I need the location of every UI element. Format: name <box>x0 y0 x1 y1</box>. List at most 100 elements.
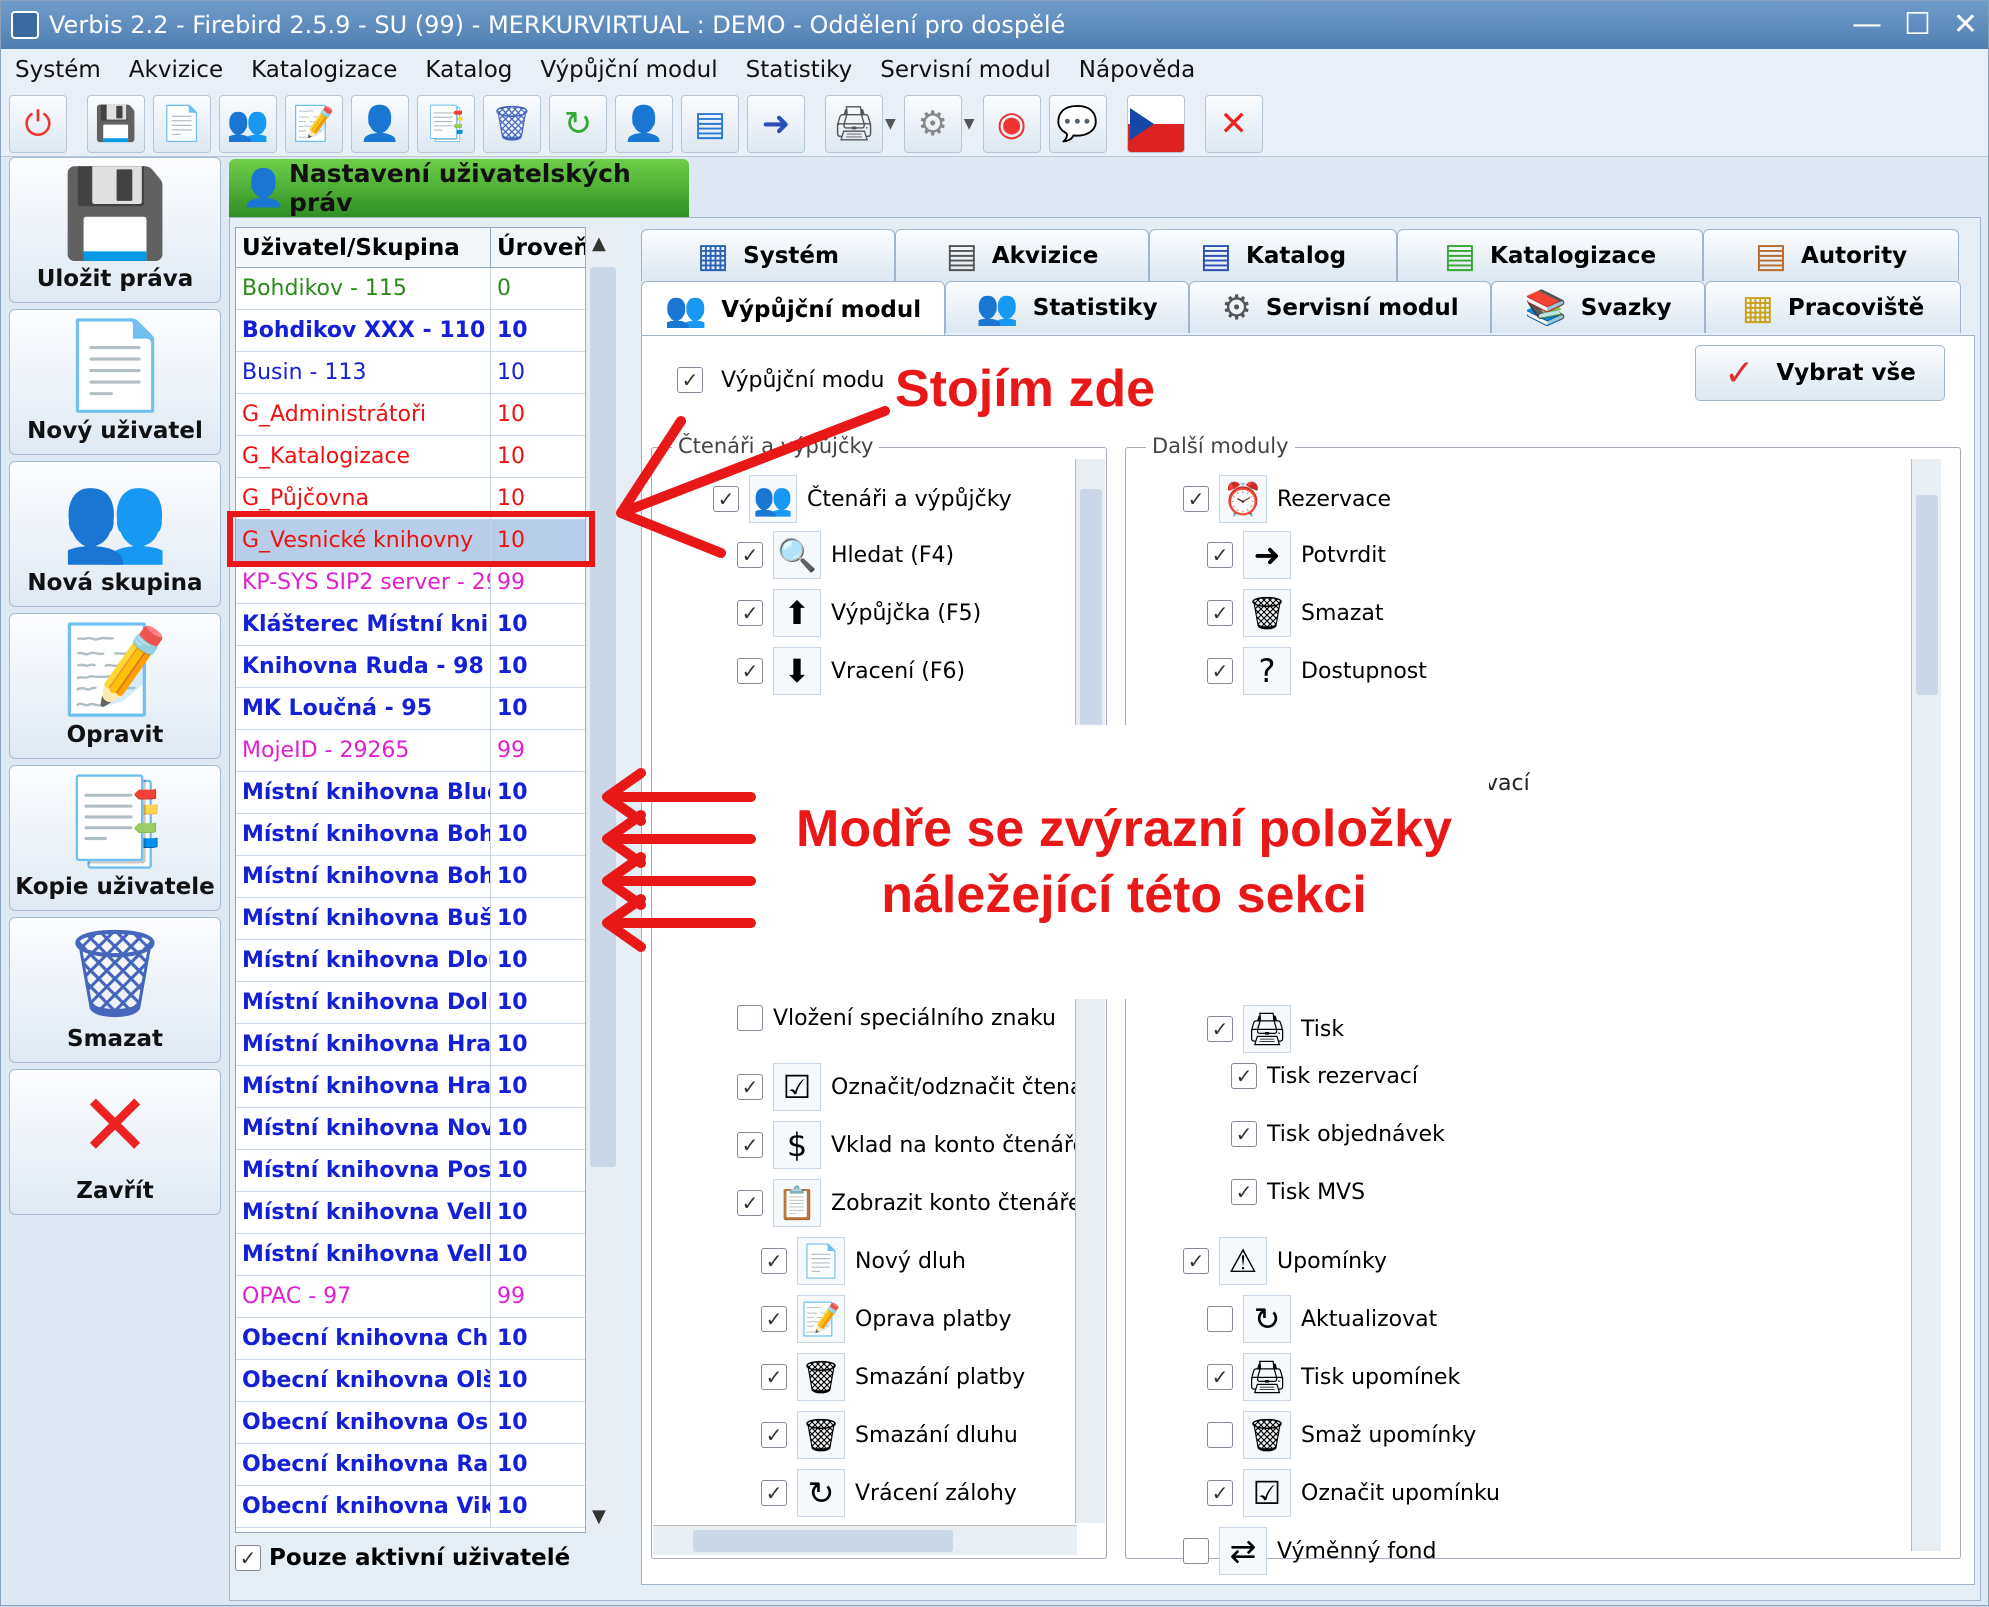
checkbox-icon[interactable]: ✓ <box>1207 1016 1233 1042</box>
chat-icon[interactable]: 💬 <box>1048 94 1107 153</box>
user-row[interactable]: Místní knihovna Bohul 10 <box>236 856 618 898</box>
add-users-icon[interactable]: 👥 <box>219 94 277 153</box>
right-group-scrollbar[interactable] <box>1911 459 1941 1551</box>
scroll-thumb[interactable] <box>693 1530 953 1552</box>
printer-dropdown-icon[interactable]: ▼ <box>885 116 896 132</box>
left-group-hscrollbar[interactable] <box>653 1525 1077 1555</box>
user-row[interactable]: G_Administrátoři 10 <box>236 394 618 436</box>
new-group-button[interactable]: 👥 Nová skupina <box>9 461 221 607</box>
tab-svazky[interactable]: 📚 Svazky <box>1491 281 1705 333</box>
user-row[interactable]: Místní knihovna Velké 10 <box>236 1234 618 1276</box>
module-checkbox-row[interactable]: ✓ Výpůjční modul <box>677 367 891 393</box>
tab-statistiky[interactable]: 👥 Statistiky <box>945 281 1189 333</box>
permission-item[interactable]: ✓ Tisk rezervací <box>1231 1063 1418 1089</box>
user-row[interactable]: Místní knihovna Postř 10 <box>236 1150 618 1192</box>
permission-item[interactable]: ✓ ☑ Označit upomínku <box>1207 1469 1500 1517</box>
checkbox-icon[interactable]: ✓ <box>737 542 763 568</box>
tab-katalog[interactable]: ▤ Katalog <box>1149 229 1397 281</box>
menu-napoveda[interactable]: Nápověda <box>1065 57 1209 83</box>
permission-item[interactable]: ↻ Aktualizovat <box>1207 1295 1437 1343</box>
menu-statistiky[interactable]: Statistiky <box>732 57 867 83</box>
user-row[interactable]: Obecní knihovna Chro 10 <box>236 1318 618 1360</box>
permission-item[interactable]: Vložení speciálního znaku <box>737 1005 1056 1031</box>
tab-autority[interactable]: ▤ Autority <box>1703 229 1959 281</box>
checkbox-icon[interactable] <box>1207 1306 1233 1332</box>
permission-item[interactable]: ✓ ⬆ Výpůjčka (F5) <box>737 589 981 637</box>
user-row[interactable]: Místní knihovna Dlouh10 <box>236 940 618 982</box>
permission-item[interactable]: ✓ ⚠ Upomínky <box>1183 1237 1387 1285</box>
permission-item[interactable]: ✓ 🔍 Hledat (F4) <box>737 531 954 579</box>
checkbox-icon[interactable]: ✓ <box>1231 1179 1257 1205</box>
checkbox-icon[interactable]: ✓ <box>1207 658 1233 684</box>
minimize-button[interactable]: — <box>1852 1 1882 49</box>
settings-dropdown-icon[interactable]: ▼ <box>964 116 975 132</box>
permission-item[interactable]: ✓ 🗑 Smazat <box>1207 589 1384 637</box>
tab-akvizice[interactable]: ▤ Akvizice <box>895 229 1149 281</box>
user-row[interactable]: KP-SYS SIP2 server - 292 99 <box>236 562 618 604</box>
edit-icon[interactable]: 📝 <box>285 94 343 153</box>
menu-katalogizace[interactable]: Katalogizace <box>237 57 411 83</box>
scroll-thumb[interactable] <box>590 267 616 1167</box>
permission-item[interactable]: ✓ Tisk MVS <box>1231 1179 1365 1205</box>
scroll-thumb[interactable] <box>1916 495 1938 695</box>
checkbox-icon[interactable]: ✓ <box>737 1074 763 1100</box>
user-check-icon[interactable]: 👤 <box>615 94 673 153</box>
save-icon[interactable]: 💾 <box>87 94 145 153</box>
user-row[interactable]: G_Katalogizace 10 <box>236 436 618 478</box>
scroll-thumb[interactable] <box>1080 489 1102 739</box>
user-row[interactable]: Knihovna Ruda - 98 10 <box>236 646 618 688</box>
refresh-icon[interactable]: ↻ <box>549 94 607 153</box>
maximize-button[interactable]: ☐ <box>1904 1 1931 49</box>
user-row[interactable]: Obecní knihovna Vikýi 10 <box>236 1486 618 1528</box>
permission-item[interactable]: ✓ ⏰ Rezervace <box>1183 475 1391 523</box>
menu-servisni-modul[interactable]: Servisní modul <box>866 57 1065 83</box>
user-row[interactable]: Místní knihovna Bohul 10 <box>236 814 618 856</box>
user-list-scrollbar[interactable]: ▲ ▼ <box>585 227 619 1533</box>
permission-item[interactable]: ✓ 📄 Nový dluh <box>761 1237 966 1285</box>
checkbox-icon[interactable]: ✓ <box>761 1364 787 1390</box>
user-edit-icon[interactable]: 👤 <box>351 94 409 153</box>
user-row[interactable]: MK Loučná - 95 10 <box>236 688 618 730</box>
checkbox-icon[interactable]: ✓ <box>1231 1121 1257 1147</box>
user-row[interactable]: Místní knihovna Dolní 10 <box>236 982 618 1024</box>
arrow-right-icon[interactable]: ➜ <box>747 94 805 153</box>
czech-flag-icon[interactable] <box>1126 94 1185 153</box>
user-row[interactable]: Bohdikov XXX - 110 10 <box>236 310 618 352</box>
user-row[interactable]: Místní knihovna Nový 10 <box>236 1108 618 1150</box>
checkbox-icon[interactable]: ✓ <box>761 1306 787 1332</box>
permission-item[interactable]: ✓ 🗑 Smazání platby <box>761 1353 1025 1401</box>
user-row[interactable]: Busin - 113 10 <box>236 352 618 394</box>
permission-item[interactable]: ✓ ↻ Vrácení zálohy <box>761 1469 1017 1517</box>
scroll-up-icon[interactable]: ▲ <box>592 233 606 254</box>
checkbox-icon[interactable]: ✓ <box>235 1545 261 1571</box>
menu-akvizice[interactable]: Akvizice <box>115 57 237 83</box>
close-icon[interactable]: ✕ <box>1204 94 1263 153</box>
permission-item[interactable]: ✓ $ Vklad na konto čtenáře <box>737 1121 1086 1169</box>
tab-vypujcni-modul[interactable]: 👥 Výpůjční modul <box>641 281 945 337</box>
col-level-header[interactable]: Úroveň <box>491 235 590 261</box>
permission-item[interactable]: ✓ 🗑 Smazání dluhu <box>761 1411 1018 1459</box>
user-row[interactable]: Místní knihovna Bludo 10 <box>236 772 618 814</box>
permission-item[interactable]: ✓ 📋 Zobrazit konto čtenáře <box>737 1179 1082 1227</box>
select-all-button[interactable]: ✓ Vybrat vše <box>1695 345 1945 401</box>
permission-item[interactable]: ✓ ➜ Potvrdit <box>1207 531 1386 579</box>
checkbox-icon[interactable]: ✓ <box>1231 1063 1257 1089</box>
user-row[interactable]: Obecní knihovna Olšai 10 <box>236 1360 618 1402</box>
checkbox-icon[interactable]: ✓ <box>737 1190 763 1216</box>
checkbox-icon[interactable] <box>1183 1538 1209 1564</box>
checkbox-icon[interactable] <box>1207 1422 1233 1448</box>
copy-icon[interactable]: 📑 <box>417 94 475 153</box>
tab-katalogizace[interactable]: ▤ Katalogizace <box>1397 229 1703 281</box>
checkbox-icon[interactable]: ✓ <box>1207 1364 1233 1390</box>
only-active-checkbox[interactable]: ✓ Pouze aktivní uživatelé <box>235 1545 570 1571</box>
delete-button[interactable]: 🗑 Smazat <box>9 917 221 1063</box>
checkbox-icon[interactable] <box>737 1005 763 1031</box>
edit-button[interactable]: 📝 Opravit <box>9 613 221 759</box>
user-row[interactable]: Bohdikov - 115 0 <box>236 268 618 310</box>
close-window-button[interactable]: ✕ <box>1953 1 1978 49</box>
checkbox-icon[interactable]: ✓ <box>761 1480 787 1506</box>
checkbox-icon[interactable]: ✓ <box>677 367 703 393</box>
panel-tab[interactable]: 👤 Nastavení uživatelských práv <box>229 159 689 217</box>
permission-item[interactable]: 🗑 Smaž upomínky <box>1207 1411 1476 1459</box>
permission-item[interactable]: ✓ Tisk objednávek <box>1231 1121 1445 1147</box>
